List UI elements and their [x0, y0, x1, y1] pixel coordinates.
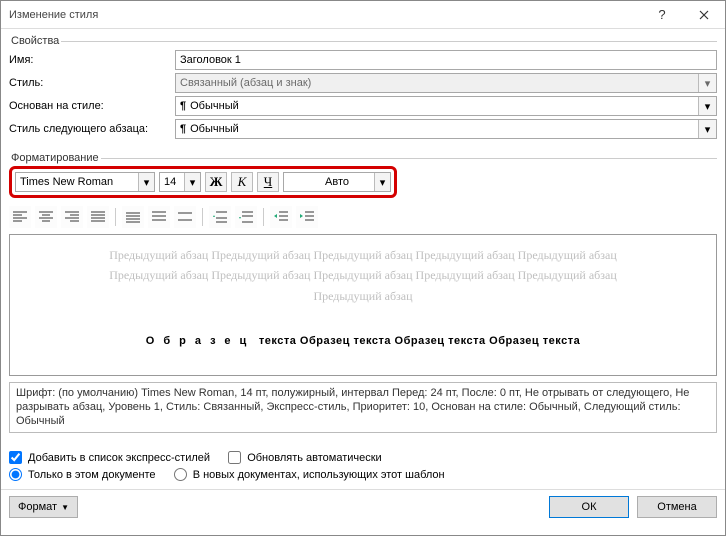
chevron-down-icon[interactable]: ▾ — [138, 173, 154, 191]
font-combo[interactable]: Times New Roman ▾ — [15, 172, 155, 192]
font-size-combo[interactable]: 14 ▾ — [159, 172, 201, 192]
italic-button[interactable]: К — [231, 172, 253, 192]
align-justify-button[interactable] — [87, 206, 109, 228]
add-quick-styles-label: Добавить в список экспресс-стилей — [28, 452, 210, 464]
properties-legend: Свойства — [9, 35, 61, 47]
decrease-para-space-button[interactable] — [235, 206, 257, 228]
preview-prev-text: Предыдущий абзац Предыдущий абзац Предыд… — [22, 245, 704, 265]
style-description: Шрифт: (по умолчанию) Times New Roman, 1… — [9, 382, 717, 433]
decrease-indent-button[interactable] — [270, 206, 292, 228]
cancel-button[interactable]: Отмена — [637, 496, 717, 518]
align-right-icon — [65, 211, 79, 223]
next-style-label: Стиль следующего абзаца: — [9, 123, 175, 135]
formatting-highlight: Times New Roman ▾ 14 ▾ Ж К Ч Авто ▾ — [9, 166, 397, 198]
underline-button[interactable]: Ч — [257, 172, 279, 192]
format-menu-button[interactable]: Формат▼ — [9, 496, 78, 518]
menu-arrow-icon: ▼ — [61, 503, 69, 512]
spacing-wide-icon — [178, 211, 192, 223]
align-center-button[interactable] — [35, 206, 57, 228]
indent-icon — [300, 211, 314, 223]
dialog-title: Изменение стиля — [9, 9, 98, 21]
only-this-doc-label: Только в этом документе — [28, 469, 156, 481]
based-on-label: Основан на стиле: — [9, 100, 175, 112]
line-spacing-2-button[interactable] — [174, 206, 196, 228]
align-justify-icon — [91, 211, 105, 223]
align-left-button[interactable] — [9, 206, 31, 228]
bold-button[interactable]: Ж — [205, 172, 227, 192]
dedent-icon — [274, 211, 288, 223]
formatting-legend: Форматирование — [9, 152, 101, 164]
close-button[interactable] — [683, 1, 725, 29]
name-input[interactable]: Заголовок 1 — [175, 50, 717, 70]
pilcrow-icon: ¶ — [180, 100, 186, 112]
new-docs-radio[interactable] — [174, 468, 187, 481]
align-left-icon — [13, 211, 27, 223]
new-docs-label: В новых документах, использующих этот ша… — [193, 469, 445, 481]
preview-prev-text: Предыдущий абзац Предыдущий абзац Предыд… — [22, 265, 704, 285]
para-space-inc-icon — [213, 211, 227, 223]
spacing-med-icon — [152, 211, 166, 223]
preview-prev-text: Предыдущий абзац — [22, 286, 704, 306]
preview-pane: Предыдущий абзац Предыдущий абзац Предыд… — [9, 234, 717, 376]
pilcrow-icon: ¶ — [180, 123, 186, 135]
style-type-combo: Связанный (абзац и знак) ▾ — [175, 73, 717, 93]
auto-update-label: Обновлять автоматически — [247, 452, 382, 464]
font-color-combo[interactable]: Авто ▾ — [283, 172, 391, 192]
increase-indent-button[interactable] — [296, 206, 318, 228]
close-icon — [699, 10, 709, 20]
chevron-down-icon[interactable]: ▾ — [698, 120, 716, 138]
align-right-button[interactable] — [61, 206, 83, 228]
auto-update-checkbox[interactable] — [228, 451, 241, 464]
next-style-combo[interactable]: ¶Обычный ▾ — [175, 119, 717, 139]
chevron-down-icon[interactable]: ▾ — [184, 173, 200, 191]
line-spacing-1-button[interactable] — [122, 206, 144, 228]
only-this-doc-radio[interactable] — [9, 468, 22, 481]
align-center-icon — [39, 211, 53, 223]
line-spacing-15-button[interactable] — [148, 206, 170, 228]
chevron-down-icon[interactable]: ▾ — [374, 173, 390, 191]
increase-para-space-button[interactable] — [209, 206, 231, 228]
based-on-combo[interactable]: ¶Обычный ▾ — [175, 96, 717, 116]
help-button[interactable]: ? — [641, 1, 683, 29]
ok-button[interactable]: ОК — [549, 496, 629, 518]
para-space-dec-icon — [239, 211, 253, 223]
chevron-down-icon[interactable]: ▾ — [698, 97, 716, 115]
chevron-down-icon: ▾ — [698, 74, 716, 92]
name-label: Имя: — [9, 54, 175, 66]
spacing-tight-icon — [126, 211, 140, 223]
preview-sample-text: Образец текста Образец текста Образец те… — [22, 328, 704, 350]
add-quick-styles-checkbox[interactable] — [9, 451, 22, 464]
style-type-label: Стиль: — [9, 77, 175, 89]
